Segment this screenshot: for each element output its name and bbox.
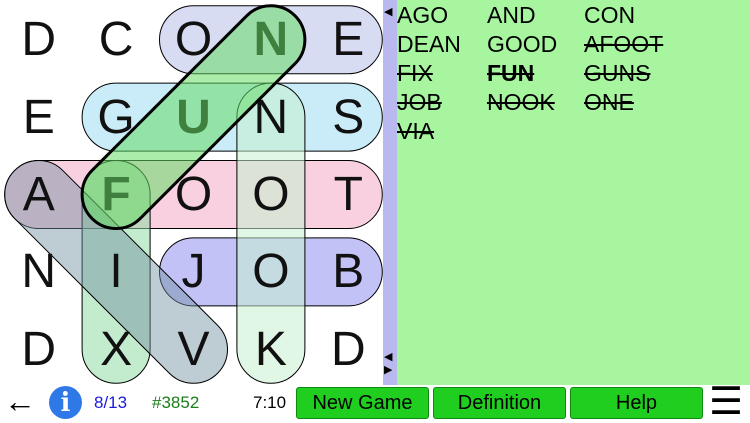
menu-icon[interactable]: ☰ — [709, 382, 743, 422]
word-list-item[interactable]: GUNS — [584, 60, 650, 86]
current-word-highlight — [80, 4, 307, 230]
collapse-arrow-icon[interactable]: ◀ — [384, 352, 392, 363]
new-game-button[interactable]: New Game — [296, 387, 429, 419]
word-list-item[interactable]: NOOK — [487, 89, 555, 115]
word-list-item[interactable]: DEAN — [397, 31, 461, 57]
collapse-arrow-icon[interactable]: ◀ — [384, 7, 392, 18]
word-list-item[interactable]: AND — [487, 2, 536, 28]
current-selection — [80, 4, 307, 230]
puzzle-number: #3852 — [152, 393, 200, 412]
word-list-panel: AGO AND CON DEAN GOOD AFOOT FIX FUN GUNS JOB NOOK O… — [397, 0, 750, 385]
word-list-item[interactable]: GOOD — [487, 31, 557, 57]
panel-divider[interactable]: ◀ ◀ ▶ — [383, 0, 397, 385]
word-list-item[interactable]: FIX — [397, 60, 433, 86]
back-arrow-icon[interactable]: ← — [4, 383, 36, 419]
word-list-item[interactable]: AGO — [397, 2, 448, 28]
word-list-item[interactable]: AFOOT — [584, 31, 663, 57]
puzzle-board[interactable]: DCONEEGUNSAFOOTNIJOBDXVKD — [0, 0, 383, 385]
word-list-item[interactable]: JOB — [397, 89, 442, 115]
help-button[interactable]: Help — [570, 387, 703, 419]
word-list-item[interactable]: FUN — [487, 60, 534, 86]
word-list-item[interactable]: CON — [584, 2, 635, 28]
bottom-toolbar: ← i 8/13 #3852 7:10 New Game Definition … — [0, 382, 750, 422]
progress-counter: 8/13 — [94, 393, 128, 412]
word-list-item[interactable]: VIA — [397, 118, 434, 144]
expand-arrow-icon[interactable]: ▶ — [384, 365, 392, 376]
game-timer: 7:10 — [253, 393, 287, 412]
definition-button[interactable]: Definition — [433, 387, 566, 419]
word-list-item[interactable]: ONE — [584, 89, 634, 115]
info-icon[interactable]: i — [49, 386, 82, 419]
